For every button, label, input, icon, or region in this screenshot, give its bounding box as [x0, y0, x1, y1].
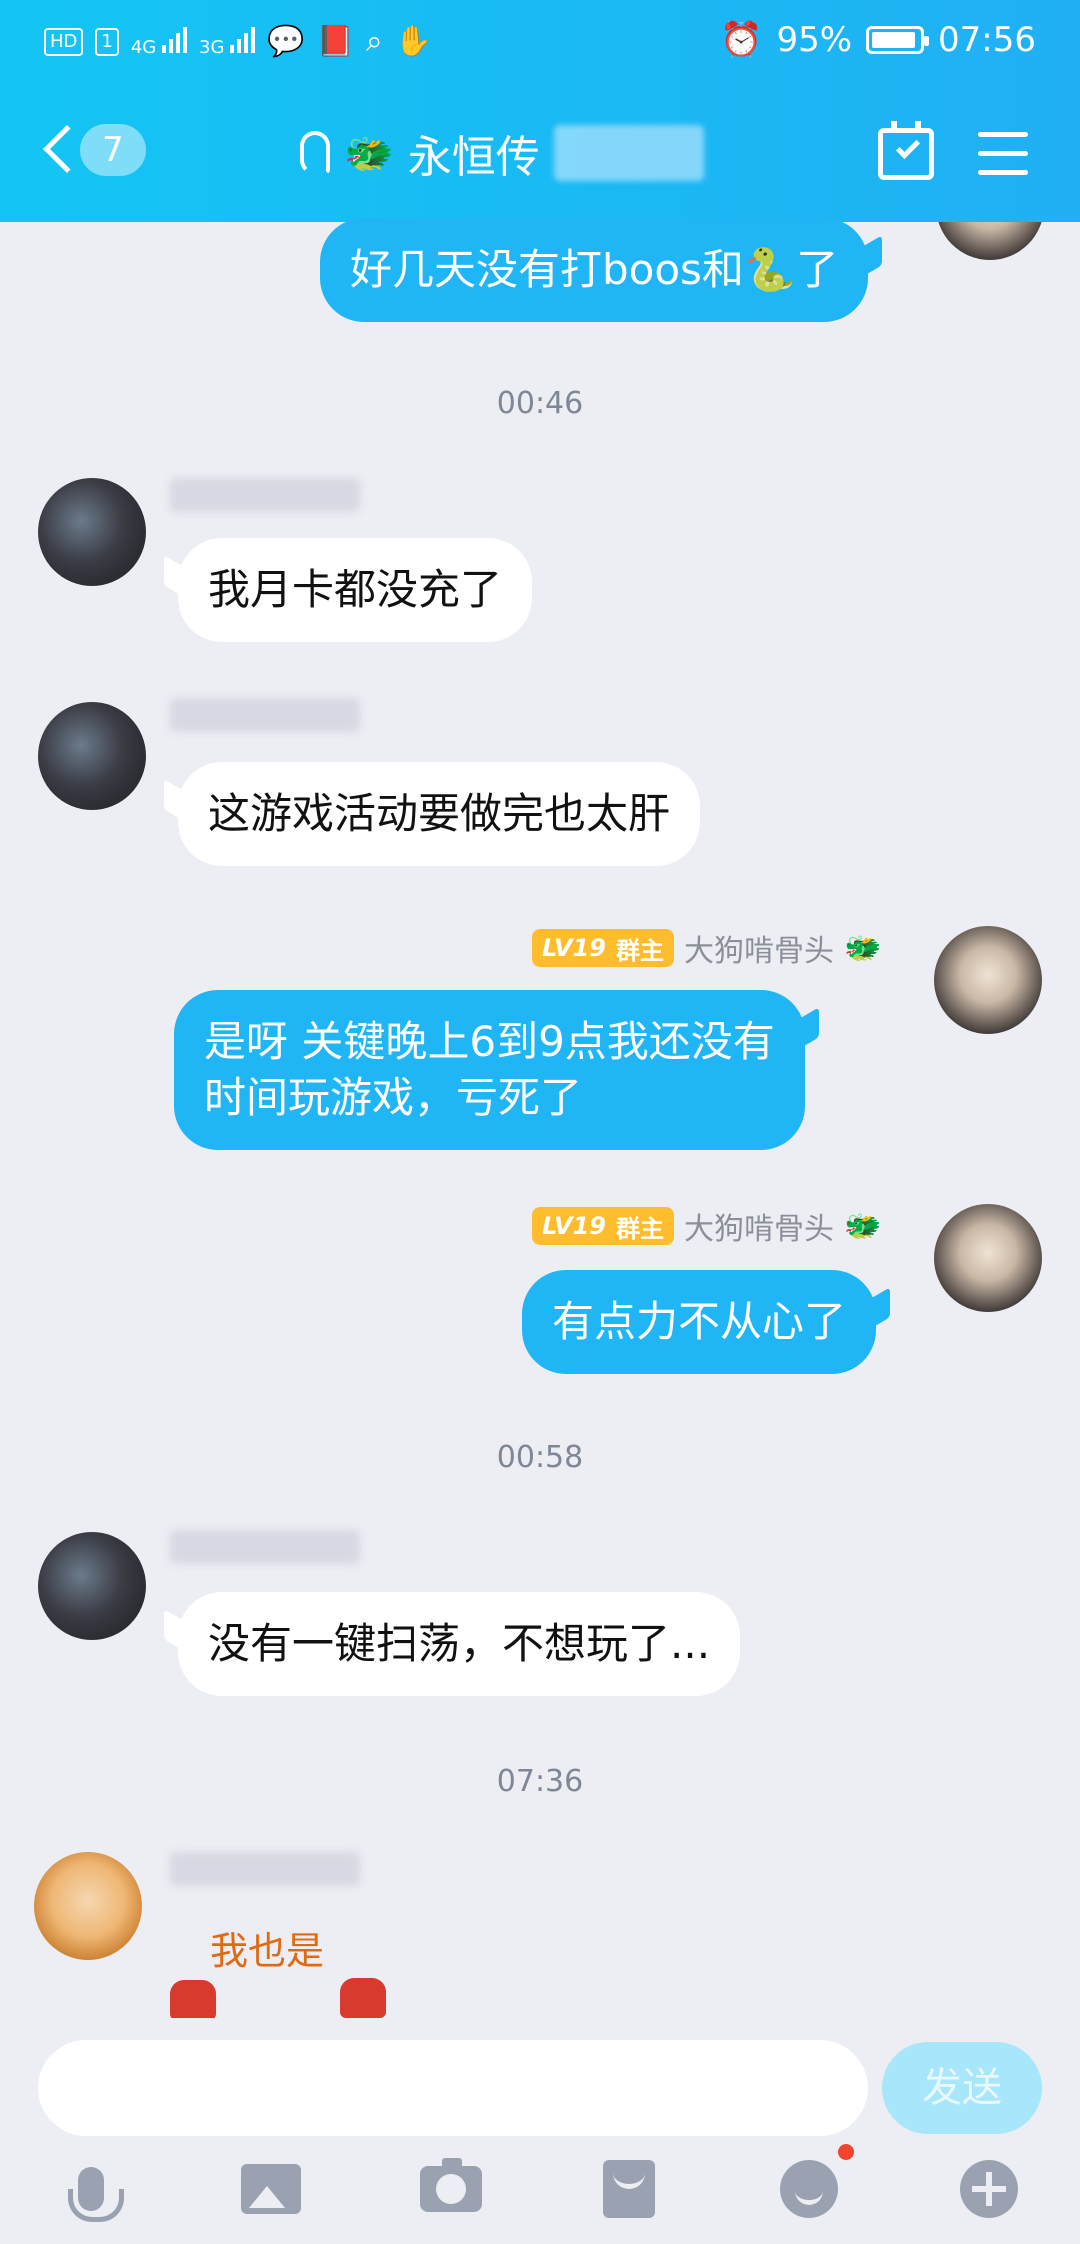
message-bubble[interactable]: 我月卡都没充了: [178, 538, 533, 642]
avatar[interactable]: [38, 702, 146, 810]
red-packet-button[interactable]: [594, 2154, 664, 2224]
plus-icon: [960, 2160, 1018, 2218]
message-bubble[interactable]: 有点力不从心了: [522, 1270, 877, 1374]
sender-line: LV19 群主 大狗啃骨头 🐲: [532, 1204, 882, 1248]
3g-signal-icon: 3G: [199, 25, 256, 58]
message-bubble[interactable]: 这游戏活动要做完也太肝: [178, 762, 701, 866]
sender-name-redacted: [170, 1530, 360, 1564]
status-left: HD 1 4G 3G 💬 📕 ⌕ ✋: [44, 24, 432, 59]
more-button[interactable]: [954, 2154, 1024, 2224]
4g-signal-icon: 4G: [131, 25, 187, 58]
ear-icon: [300, 131, 330, 175]
emoji-icon: [780, 2144, 854, 2218]
camera-button[interactable]: [416, 2154, 486, 2224]
name-redaction: [553, 125, 704, 181]
message-bubble[interactable]: 没有一键扫荡，不想玩了...: [178, 1592, 741, 1696]
image-icon: [241, 2164, 301, 2214]
notification-dot: [838, 2144, 854, 2160]
voice-button[interactable]: [56, 2154, 126, 2224]
hd-icon: HD: [44, 27, 84, 56]
monster-icon: [340, 1978, 386, 2018]
message-bubble[interactable]: 好几天没有打boos和🐍了: [320, 218, 869, 322]
dragon-icon: 🐲: [843, 1208, 882, 1244]
group-name: 永恒传: [407, 132, 540, 183]
chat-bubble-icon: 💬: [267, 24, 305, 59]
sim-1-icon: 1: [95, 27, 119, 56]
avatar[interactable]: [34, 1852, 142, 1960]
sender-name[interactable]: 大狗啃骨头: [684, 1204, 834, 1248]
level-badge: LV19 群主: [532, 1207, 674, 1245]
search-icon: ⌕: [365, 24, 383, 59]
calendar-check-icon[interactable]: [878, 121, 934, 180]
sender-line: LV19 群主 大狗啃骨头 🐲: [532, 926, 882, 970]
battery-percent: 95%: [776, 20, 853, 60]
camera-icon: [420, 2158, 482, 2212]
sender-name-redacted: [170, 698, 360, 732]
avatar[interactable]: [934, 926, 1042, 1034]
unread-count-badge: 7: [80, 124, 146, 176]
red-packet-icon: [603, 2160, 655, 2218]
avatar[interactable]: [934, 1204, 1042, 1312]
back-button[interactable]: 7: [40, 122, 150, 182]
monster-icon: [170, 1980, 216, 2020]
send-button[interactable]: 发送: [882, 2042, 1042, 2134]
microphone-icon: [68, 2167, 124, 2222]
chat-title[interactable]: 🐲 永恒传: [300, 118, 704, 188]
timestamp: 00:58: [496, 1440, 584, 1475]
dragon-icon: 🐲: [344, 130, 394, 177]
message-input[interactable]: [38, 2040, 868, 2136]
input-bar: 发送: [0, 2018, 1080, 2244]
dragon-icon: 🐲: [843, 930, 882, 966]
battery-icon: [866, 26, 930, 54]
top-header: HD 1 4G 3G 💬 📕 ⌕ ✋ ⏰ 95% 07:56 7 🐲 永恒传: [0, 0, 1080, 222]
alarm-icon: ⏰: [720, 20, 763, 60]
sender-name[interactable]: 大狗啃骨头: [684, 926, 834, 970]
status-bar: HD 1 4G 3G 💬 📕 ⌕ ✋ ⏰ 95% 07:56: [0, 0, 1080, 86]
sticker-text: 我也是: [210, 1929, 325, 1973]
level-badge: LV19 群主: [532, 929, 674, 967]
timestamp: 07:36: [496, 1764, 584, 1799]
sender-name-redacted: [170, 478, 360, 512]
image-button[interactable]: [236, 2154, 306, 2224]
emoji-button[interactable]: [774, 2144, 854, 2224]
message-bubble[interactable]: 是呀 关键晚上6到9点我还没有 时间玩游戏，亏死了: [174, 990, 805, 1150]
hand-icon: ✋: [394, 24, 433, 59]
timestamp: 00:46: [496, 386, 584, 421]
status-right: ⏰ 95% 07:56: [720, 20, 1036, 60]
avatar[interactable]: [38, 1532, 146, 1640]
book-icon: 📕: [316, 24, 354, 59]
avatar[interactable]: [38, 478, 146, 586]
sender-name-redacted: [170, 1852, 360, 1886]
clock: 07:56: [938, 20, 1036, 60]
menu-icon[interactable]: [978, 132, 1028, 176]
input-toolbar: [0, 2144, 1080, 2234]
nav-bar: 7 🐲 永恒传: [0, 110, 1080, 200]
